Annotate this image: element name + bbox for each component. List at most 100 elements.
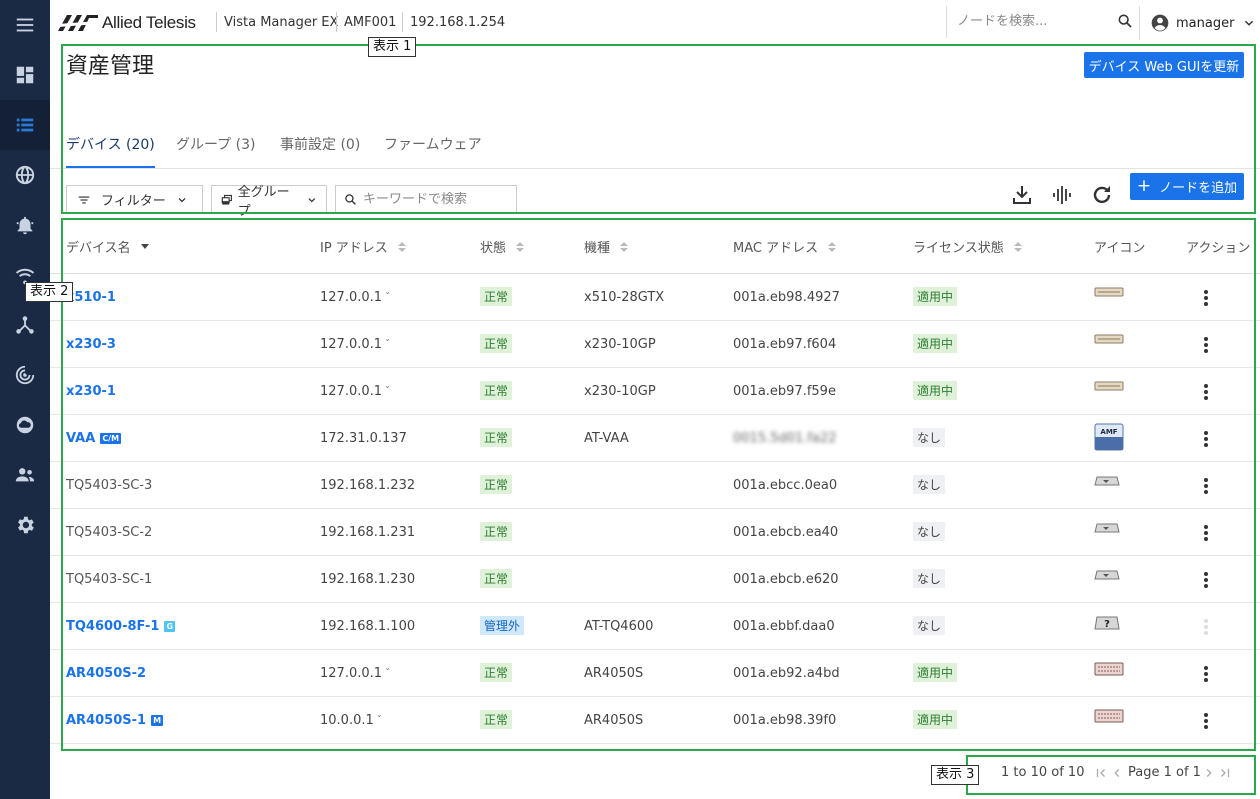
filter-button[interactable]: フィルター [66,185,203,213]
device-name[interactable]: TQ4600-8F-1 G [66,619,176,634]
refresh-icon[interactable] [1090,183,1114,207]
node-search-input[interactable] [947,6,1107,36]
tab-devices[interactable]: デバイス (20) [66,134,155,168]
more-vert-icon[interactable] [1204,666,1208,682]
brand-name: Allied Telesis [102,13,196,32]
chevron-down-icon[interactable]: ˇ [385,386,390,397]
globe-icon[interactable] [0,150,50,200]
tab-preconfig[interactable]: 事前設定 (0) [280,134,360,168]
ip-address: 172.31.0.137 [320,431,407,446]
status-badge: 正常 [480,710,513,729]
table-row: AR4050S-2 127.0.0.1 ˇ 正常 AR4050S 001a.eb92.a4… [50,650,1260,697]
table-row: x230-3 127.0.0.1 ˇ 正常 x230-10GP 001a.eb97.f60… [50,321,1260,368]
next-page-icon[interactable] [1202,766,1216,780]
device-name[interactable]: AR4050S-2 [66,666,146,681]
chevron-down-icon [1245,20,1254,26]
group-select-button[interactable]: 全グループ [211,185,327,219]
model: AT-TQ4600 [584,619,654,634]
device-role-tag: M [151,715,164,726]
more-vert-icon[interactable] [1204,478,1208,494]
more-vert-icon[interactable] [1204,431,1208,447]
update-device-web-gui-button[interactable]: デバイス Web GUIを更新 [1084,52,1244,78]
alarm-bell-icon[interactable] [0,200,50,250]
device-ap-icon [1094,522,1120,538]
users-icon[interactable] [0,450,50,500]
status-badge: 正常 [480,569,513,588]
chevron-down-icon[interactable]: ˇ [385,339,390,350]
topology-icon[interactable] [0,300,50,350]
allied-telesis-logo-mark-icon [58,15,98,31]
mac-address: 001a.ebcb.e620 [733,572,839,587]
user-menu[interactable]: manager [1139,6,1260,40]
chevron-down-icon[interactable]: ˇ [385,292,390,303]
model: AR4050S [584,666,644,681]
device-unknown-icon: ? [1094,615,1120,635]
last-page-icon[interactable] [1218,766,1232,780]
device-name[interactable]: x230-1 [66,384,116,399]
ip-address: 192.168.1.232 [320,478,416,493]
status-badge: 管理外 [480,616,525,635]
page-title: 資産管理 [66,54,155,79]
add-node-button[interactable]: + ノードを追加 [1130,173,1244,200]
search-icon[interactable] [1117,13,1133,29]
status-badge: 正常 [480,287,513,306]
more-vert-icon[interactable] [1204,525,1208,541]
header-status[interactable]: 状態 [480,237,525,256]
table-row: x510-1 127.0.0.1 ˇ 正常 x510-28GTX 001a.eb98.49… [50,274,1260,321]
header-mac-address[interactable]: MAC アドレス [733,237,837,256]
sort-icon [397,241,406,252]
mac-address: 001a.eb92.a4bd [733,666,840,681]
ip-address: 10.0.0.1 ˇ [320,713,382,728]
dashboard-icon[interactable] [0,50,50,100]
radar-icon[interactable] [0,350,50,400]
device-router-icon [1094,708,1124,728]
more-vert-icon[interactable] [1204,384,1208,400]
ip-address: 192.168.1.231 [320,525,416,540]
menu-icon[interactable] [0,0,50,50]
add-node-label: ノードを追加 [1159,181,1238,196]
waveform-icon[interactable] [1050,183,1074,207]
ip-address: 192.168.1.230 [320,572,416,587]
license-badge: 適用中 [913,381,958,400]
device-name[interactable]: VAA C/M [66,431,122,446]
more-vert-icon[interactable] [1204,572,1208,588]
chevron-down-icon[interactable]: ˇ [377,715,382,726]
divider [216,12,217,32]
settings-gear-icon[interactable] [0,500,50,550]
mac-address: 001a.eb97.f604 [733,337,837,352]
node-search [946,6,1139,38]
tab-groups[interactable]: グループ (3) [176,134,255,168]
table-row: TQ4600-8F-1 G 192.168.1.100 管理外 AT-TQ4600 001… [50,603,1260,650]
pager-page: Page 1 of 1 [1128,765,1201,780]
tab-firmware[interactable]: ファームウェア [384,134,482,168]
ip-address: 192.168.1.100 [320,619,416,634]
download-icon[interactable] [1010,183,1034,207]
header-action: アクション [1186,241,1251,256]
prev-page-icon[interactable] [1110,766,1124,780]
group-label: 全グループ [237,184,290,219]
first-page-icon[interactable] [1094,766,1108,780]
device-switch-icon [1094,333,1124,349]
header-model[interactable]: 機種 [584,237,629,256]
pager-range: 1 to 10 of 10 [1001,765,1085,780]
top-bar: Allied Telesis Vista Manager EX AMF001 1… [50,0,1260,46]
asset-list-icon[interactable] [0,100,50,150]
more-vert-icon[interactable] [1204,337,1208,353]
chevron-down-icon[interactable]: ˇ [385,668,390,679]
table-row: VAA C/M 172.31.0.137 正常 AT-VAA 0015.5d01.fa22… [50,415,1260,462]
header-device-name[interactable]: デバイス名 [66,237,149,256]
device-name[interactable]: x510-1 [66,290,116,305]
header-ip-address[interactable]: IP アドレス [320,237,406,256]
device-name[interactable]: AR4050S-1 M [66,713,164,728]
annotation-label-1: 表示 1 [368,37,417,57]
device-name[interactable]: x230-3 [66,337,116,352]
cloud-icon[interactable] [0,400,50,450]
table-row: AR4050S-1 M 10.0.0.1 ˇ 正常 AR4050S 001a.eb98.39… [50,697,1260,744]
ip-address: 127.0.0.1 ˇ [320,290,391,305]
search-icon [345,193,356,205]
more-vert-icon[interactable] [1204,290,1208,306]
header-license-status[interactable]: ライセンス状態 [913,237,1022,256]
more-vert-icon[interactable] [1204,713,1208,729]
keyword-search-input[interactable] [363,191,513,207]
filter-label: フィルター [101,194,166,209]
